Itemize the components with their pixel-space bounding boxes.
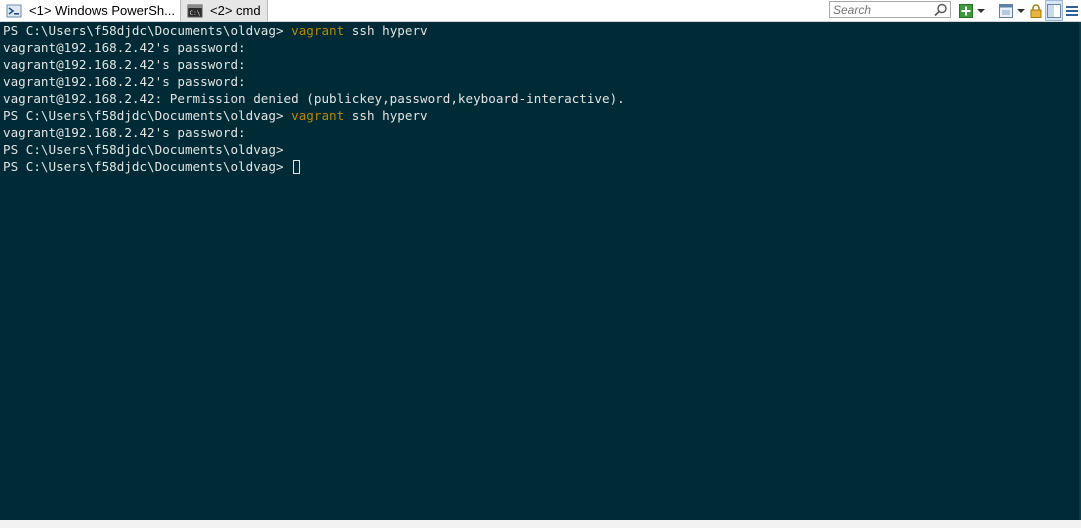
tab-label: <1> Windows PowerSh... bbox=[29, 3, 175, 18]
dropdown-arrow-icon bbox=[977, 8, 985, 13]
console-line: vagrant@192.168.2.42's password: bbox=[3, 74, 246, 89]
console-line: vagrant@192.168.2.42's password: bbox=[3, 125, 246, 140]
console-line: vagrant@192.168.2.42's password: bbox=[3, 40, 246, 55]
console-line: PS C:\Users\f58djdc\Documents\oldvag> bbox=[3, 142, 284, 157]
console-line: vagrant@192.168.2.42's password: bbox=[3, 57, 246, 72]
conemu-window: <1> Windows PowerSh... C:\ <2> cmd Searc… bbox=[0, 0, 1081, 528]
window-layout-button[interactable] bbox=[997, 0, 1015, 21]
text-cursor bbox=[293, 160, 301, 174]
tab-label: <2> cmd bbox=[210, 3, 261, 18]
split-view-button[interactable] bbox=[1045, 0, 1063, 21]
search-box[interactable] bbox=[829, 1, 951, 18]
split-view-icon bbox=[1047, 3, 1061, 18]
tab-bar: <1> Windows PowerSh... C:\ <2> cmd bbox=[0, 0, 1081, 22]
command-name: vagrant bbox=[291, 108, 345, 123]
add-console-icon bbox=[959, 3, 973, 18]
prompt-text: PS C:\Users\f58djdc\Documents\oldvag> bbox=[3, 108, 292, 123]
add-console-dropdown[interactable] bbox=[975, 0, 987, 21]
lock-icon bbox=[1030, 3, 1042, 18]
prompt-text: PS C:\Users\f58djdc\Documents\oldvag> bbox=[3, 159, 292, 174]
console-prompt-line[interactable]: PS C:\Users\f58djdc\Documents\oldvag> bbox=[0, 158, 1081, 175]
console-line: vagrant@192.168.2.42: Permission denied … bbox=[3, 91, 625, 106]
powershell-icon bbox=[6, 4, 22, 17]
console-line: PS C:\Users\f58djdc\Documents\oldvag> va… bbox=[0, 107, 1081, 124]
add-console-button[interactable] bbox=[957, 0, 975, 21]
window-layout-icon bbox=[999, 3, 1013, 18]
window-layout-dropdown[interactable] bbox=[1015, 0, 1027, 21]
menu-button[interactable] bbox=[1063, 0, 1081, 21]
command-args: ssh hyperv bbox=[344, 108, 428, 123]
prompt-text: PS C:\Users\f58djdc\Documents\oldvag> bbox=[3, 23, 292, 38]
search-input[interactable] bbox=[830, 2, 933, 17]
command-name: vagrant bbox=[291, 23, 345, 38]
menu-icon bbox=[1066, 5, 1078, 16]
cmd-icon: C:\ bbox=[187, 4, 203, 17]
search-icon[interactable] bbox=[933, 2, 949, 18]
tab-powershell[interactable]: <1> Windows PowerSh... bbox=[0, 0, 180, 21]
svg-text:C:\: C:\ bbox=[190, 10, 201, 17]
command-args: ssh hyperv bbox=[344, 23, 428, 38]
tab-cmd[interactable]: C:\ <2> cmd bbox=[180, 0, 268, 21]
console-output[interactable]: PS C:\Users\f58djdc\Documents\oldvag> va… bbox=[0, 22, 1081, 520]
dropdown-arrow-icon bbox=[1017, 8, 1025, 13]
status-bar bbox=[0, 520, 1081, 528]
lock-button[interactable] bbox=[1027, 0, 1045, 21]
console-line: PS C:\Users\f58djdc\Documents\oldvag> va… bbox=[0, 22, 1081, 39]
